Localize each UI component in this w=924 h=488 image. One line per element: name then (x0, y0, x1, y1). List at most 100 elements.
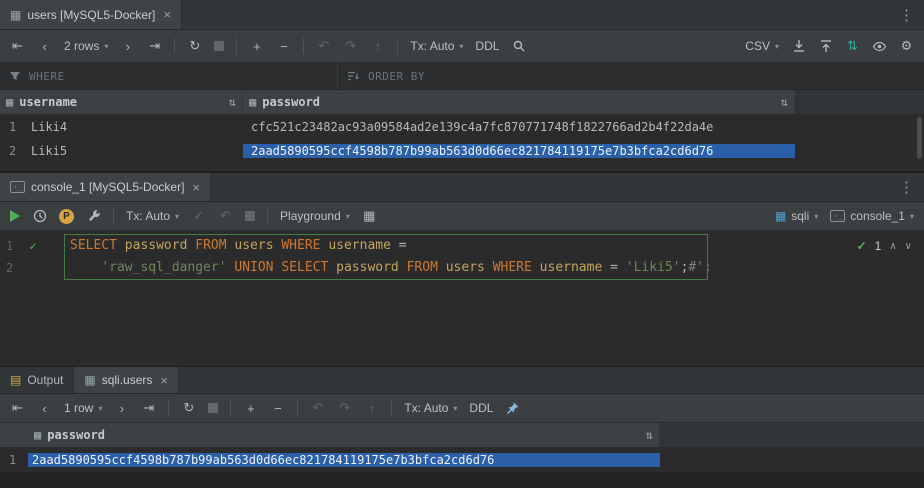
export-format-dropdown[interactable]: CSV ▾ (745, 39, 779, 53)
column-icon: ▦ (34, 429, 41, 441)
divider (236, 38, 237, 54)
result-tab-bar: ▤ Output ▦ sqli.users × (0, 366, 924, 394)
password-cell[interactable]: cfc521c23482ac93a09584ad2e139c4a7fc87077… (243, 120, 795, 134)
column-title: password (262, 95, 320, 109)
close-icon[interactable]: × (192, 180, 200, 195)
tx-mode-dropdown[interactable]: Tx: Auto ▾ (126, 209, 179, 223)
success-check-icon: ✓ (857, 239, 867, 253)
search-icon[interactable] (511, 38, 526, 54)
password-cell-selected[interactable]: 2aad5890595ccf4598b787b99ab563d0d66ec821… (28, 453, 660, 467)
header-filler (660, 423, 924, 447)
bottom-filler (0, 472, 924, 488)
column-header-username[interactable]: ▦ username ⇅ (0, 90, 243, 114)
tab-console-1[interactable]: ›_ console_1 [MySQL5-Docker] × (0, 173, 211, 201)
delete-row-button[interactable]: − (276, 38, 291, 54)
sql-code[interactable]: SELECT password FROM users WHERE usernam… (62, 235, 407, 257)
password-cell-selected[interactable]: 2aad5890595ccf4598b787b99ab563d0d66ec821… (243, 144, 795, 158)
view-options-eye-icon[interactable] (872, 38, 887, 54)
row-number: 1 (0, 453, 28, 467)
sql-code[interactable]: 'raw_sql_danger' UNION SELECT password F… (62, 257, 712, 279)
export-data-icon[interactable] (791, 38, 806, 54)
redo-button: ↷ (343, 38, 358, 54)
reload-data-button[interactable]: ↻ (181, 400, 196, 416)
playground-label: Playground (280, 209, 341, 223)
chevron-down-icon: ▾ (814, 212, 818, 221)
execute-button[interactable] (10, 210, 20, 222)
ddl-button[interactable]: DDL (469, 401, 493, 415)
parameters-icon[interactable]: P (59, 209, 74, 224)
username-cell[interactable]: Liki4 (28, 120, 243, 134)
view-as-grid-icon[interactable]: ▦ (362, 208, 377, 224)
add-row-button[interactable]: + (243, 400, 258, 416)
divider (113, 208, 114, 224)
sort-lines-icon (347, 70, 360, 82)
column-header-password[interactable]: ▦ password ⇅ (0, 423, 660, 447)
last-page-button[interactable]: ⇥ (147, 38, 162, 54)
compare-data-icon[interactable]: ⇅ (845, 38, 860, 54)
pin-tab-icon[interactable] (505, 400, 520, 416)
previous-page-button[interactable]: ‹ (37, 400, 52, 416)
table-row[interactable]: 2 Liki5 2aad5890595ccf4598b787b99ab563d0… (0, 139, 924, 163)
settings-gear-icon[interactable]: ⚙ (899, 38, 914, 54)
reload-data-button[interactable]: ↻ (187, 38, 202, 54)
sql-whitespace (70, 260, 101, 275)
editor-line[interactable]: 1 ✓ SELECT password FROM users WHERE use… (0, 235, 924, 257)
page-size-dropdown[interactable]: 1 row ▾ (64, 401, 102, 415)
delete-row-button[interactable]: − (270, 400, 285, 416)
query-history-icon[interactable] (32, 208, 47, 224)
chevron-down-icon: ▾ (459, 42, 463, 51)
more-options-icon[interactable]: ⋮ (889, 173, 924, 201)
sort-toggle-icon[interactable]: ⇅ (781, 95, 788, 109)
tab-sqli-users-result[interactable]: ▦ sqli.users × (74, 367, 179, 393)
sort-toggle-icon[interactable]: ⇅ (229, 95, 236, 109)
last-page-button[interactable]: ⇥ (141, 400, 156, 416)
column-header-password[interactable]: ▦ password ⇅ (243, 90, 795, 114)
vertical-scrollbar[interactable] (917, 117, 922, 159)
playground-dropdown[interactable]: Playground ▾ (280, 209, 350, 223)
order-by-placeholder: ORDER BY (368, 70, 425, 83)
previous-match-button[interactable]: ∧ (889, 241, 896, 252)
username-cell[interactable]: Liki5 (28, 144, 243, 158)
sql-operator: = (399, 238, 407, 253)
where-filter-input[interactable]: WHERE (0, 63, 338, 89)
add-row-button[interactable]: + (249, 38, 264, 54)
console-tab-bar: ›_ console_1 [MySQL5-Docker] × ⋮ (0, 172, 924, 202)
divider (174, 38, 175, 54)
tab-users-table[interactable]: ▦ users [MySQL5-Docker] × (0, 0, 182, 29)
sql-keyword: WHERE (281, 238, 320, 253)
import-data-icon[interactable] (818, 38, 833, 54)
tx-mode-label: Tx: Auto (126, 209, 170, 223)
first-page-button[interactable]: ⇤ (10, 400, 25, 416)
tx-mode-dropdown[interactable]: Tx: Auto ▾ (404, 401, 457, 415)
next-match-button[interactable]: ∨ (905, 241, 912, 252)
close-icon[interactable]: × (160, 373, 168, 388)
schema-dropdown[interactable]: ▦ sqli ▾ (775, 209, 818, 223)
editor-line[interactable]: 2 'raw_sql_danger' UNION SELECT password… (0, 257, 924, 279)
table-row[interactable]: 1 2aad5890595ccf4598b787b99ab563d0d66ec8… (0, 448, 924, 472)
sort-toggle-icon[interactable]: ⇅ (646, 428, 653, 442)
table-row[interactable]: 1 Liki4 cfc521c23482ac93a09584ad2e139c4a… (0, 115, 924, 139)
order-by-filter-input[interactable]: ORDER BY (338, 63, 425, 89)
schema-label: sqli (791, 209, 809, 223)
tab-title: sqli.users (102, 373, 153, 387)
more-options-icon[interactable]: ⋮ (889, 0, 924, 29)
redo-button: ↷ (337, 400, 352, 416)
page-size-dropdown[interactable]: 2 rows ▾ (64, 39, 108, 53)
first-page-button[interactable]: ⇤ (10, 38, 25, 54)
next-page-button[interactable]: › (120, 38, 135, 54)
previous-page-button[interactable]: ‹ (37, 38, 52, 54)
tab-output[interactable]: ▤ Output (0, 367, 74, 393)
tx-mode-dropdown[interactable]: Tx: Auto ▾ (410, 39, 463, 53)
properties-wrench-icon[interactable] (86, 208, 101, 224)
sql-editor[interactable]: 1 ✓ SELECT password FROM users WHERE use… (0, 231, 924, 366)
close-icon[interactable]: × (163, 7, 171, 22)
ddl-button[interactable]: DDL (475, 39, 499, 53)
console-dropdown[interactable]: ›_ console_1 ▾ (830, 209, 914, 223)
divider (297, 400, 298, 416)
match-count-widget: ✓ 1 ∧ ∨ (857, 239, 912, 253)
next-page-button[interactable]: › (114, 400, 129, 416)
sql-identifier: username (532, 260, 610, 275)
stop-button (245, 211, 255, 221)
chevron-down-icon: ▾ (346, 212, 350, 221)
rollback-button: ↶ (218, 208, 233, 224)
